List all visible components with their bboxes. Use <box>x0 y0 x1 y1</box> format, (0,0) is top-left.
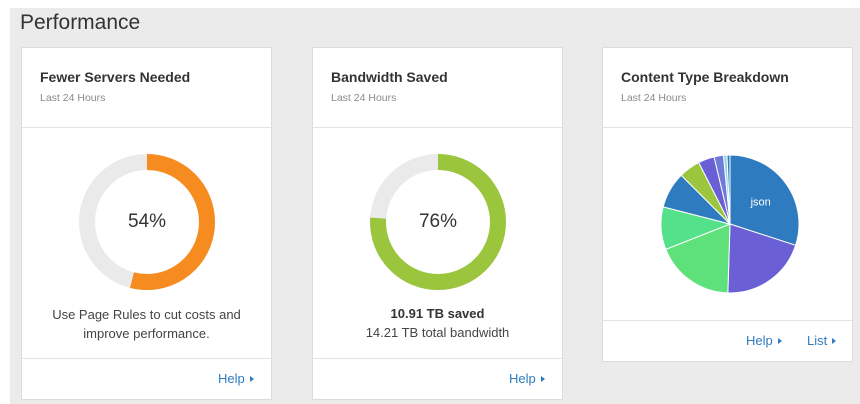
content-type-card-title: Content Type Breakdown <box>621 69 789 85</box>
caret-right-icon <box>832 338 837 344</box>
caret-right-icon <box>777 338 782 344</box>
servers-card-header: Fewer Servers Needed Last 24 Hours <box>22 48 271 128</box>
content-type-list-link[interactable]: List <box>807 332 837 350</box>
bandwidth-card: Bandwidth Saved Last 24 Hours 76% 10.91 … <box>312 47 563 400</box>
bandwidth-percent: 76% <box>418 211 458 232</box>
content-type-card-footer: Help List <box>603 320 852 361</box>
servers-help-label: Help <box>218 371 245 386</box>
performance-section: Performance Fewer Servers Needed Last 24… <box>10 8 860 404</box>
content-type-card-subtitle: Last 24 Hours <box>621 92 687 104</box>
servers-card-footer: Help <box>22 358 271 399</box>
bandwidth-card-subtitle: Last 24 Hours <box>331 92 397 104</box>
pie-slice-label: json <box>750 197 771 209</box>
caret-right-icon <box>249 376 254 382</box>
bandwidth-card-header: Bandwidth Saved Last 24 Hours <box>313 48 562 128</box>
bandwidth-help-label: Help <box>509 371 536 386</box>
bandwidth-total: 14.21 TB total bandwidth <box>365 325 510 340</box>
section-title: Performance <box>20 11 141 34</box>
servers-help-link[interactable]: Help <box>218 370 254 388</box>
servers-card: Fewer Servers Needed Last 24 Hours 54% U… <box>21 47 272 400</box>
content-type-pie-chart: json <box>660 154 800 294</box>
servers-percent: 54% <box>127 211 167 232</box>
content-type-card: Content Type Breakdown Last 24 Hours jso… <box>602 47 853 362</box>
servers-card-subtitle: Last 24 Hours <box>40 92 106 104</box>
content-type-help-label: Help <box>746 333 773 348</box>
content-type-help-link[interactable]: Help <box>746 332 782 350</box>
bandwidth-help-link[interactable]: Help <box>509 370 545 388</box>
caret-right-icon <box>540 376 545 382</box>
servers-message: Use Page Rules to cut costs and improve … <box>22 305 271 343</box>
bandwidth-saved: 10.91 TB saved <box>390 306 485 321</box>
servers-message-line2: improve performance. <box>83 326 210 341</box>
content-type-card-header: Content Type Breakdown Last 24 Hours <box>603 48 852 128</box>
servers-message-line1: Use Page Rules to cut costs and <box>52 307 241 322</box>
servers-card-title: Fewer Servers Needed <box>40 69 191 85</box>
bandwidth-stats: 10.91 TB saved 14.21 TB total bandwidth <box>313 304 562 342</box>
bandwidth-card-title: Bandwidth Saved <box>331 69 448 85</box>
bandwidth-card-footer: Help <box>313 358 562 399</box>
content-type-list-label: List <box>807 333 828 348</box>
